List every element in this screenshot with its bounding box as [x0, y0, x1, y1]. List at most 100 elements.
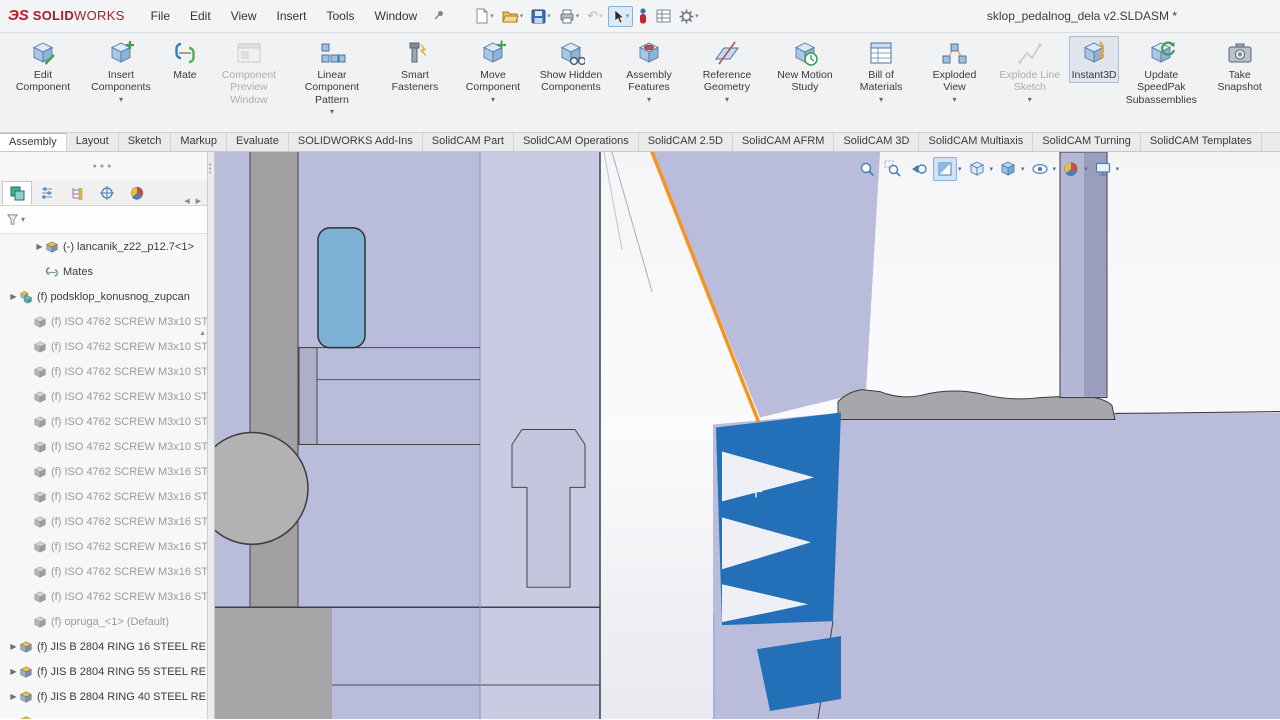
- tree-item[interactable]: ▶(f) JIS B 2804 RING 40 STEEL RE: [0, 684, 207, 709]
- move-component-button[interactable]: Move Component ▾: [454, 36, 532, 106]
- tree-item[interactable]: (f) ISO 4762 SCREW M3x16 STE: [0, 584, 207, 609]
- dropdown-caret-icon[interactable]: ▾: [1053, 165, 1057, 173]
- save-button[interactable]: ▾: [528, 7, 554, 26]
- tree-item[interactable]: (f) ISO 4762 SCREW M3x10 STE: [0, 409, 207, 434]
- new-document-button[interactable]: ▾: [471, 6, 497, 26]
- menu-file[interactable]: File: [141, 5, 180, 27]
- tree-item[interactable]: (f) ISO 4762 SCREW M3x16 STE: [0, 484, 207, 509]
- expand-arrow-icon[interactable]: ▶: [34, 242, 45, 251]
- undo-button[interactable]: ↶ ▾: [584, 6, 605, 26]
- seat-column[interactable]: [1060, 152, 1107, 398]
- dropdown-caret-icon[interactable]: ▾: [1116, 165, 1120, 173]
- show-hidden-components-button[interactable]: Show Hidden Components: [532, 36, 610, 96]
- expand-arrow-icon[interactable]: ▶: [8, 692, 19, 701]
- dropdown-caret-icon[interactable]: ▾: [952, 95, 956, 104]
- panel-splitter-handle[interactable]: ●●●: [0, 152, 207, 180]
- instant3d-button[interactable]: Instant3D: [1069, 36, 1120, 83]
- dropdown-caret-icon[interactable]: ▾: [1084, 165, 1088, 173]
- explode-line-sketch-button[interactable]: Explode Line Sketch ▾: [991, 36, 1069, 106]
- section-view-button[interactable]: [933, 157, 957, 181]
- tree-item[interactable]: ▶(f) JIS B 2804 RING 55 STEEL RE: [0, 659, 207, 684]
- view-orientation-button[interactable]: [965, 157, 989, 181]
- selected-gear-section[interactable]: [716, 413, 841, 626]
- dropdown-caret-icon[interactable]: ▾: [990, 165, 994, 173]
- tab-markup[interactable]: Markup: [171, 133, 227, 151]
- tab-assembly[interactable]: Assembly: [0, 133, 67, 151]
- 3d-model-canvas[interactable]: [215, 152, 1280, 719]
- dropdown-caret-icon[interactable]: ▾: [491, 95, 495, 104]
- expand-arrow-icon[interactable]: ▶: [8, 667, 19, 676]
- expand-arrow-icon[interactable]: ▶: [8, 292, 19, 301]
- tree-item[interactable]: (f) ISO 4762 SCREW M3x10 STE: [0, 334, 207, 359]
- tree-scroll-up-arrow[interactable]: ▲: [199, 330, 206, 337]
- configuration-manager-tab[interactable]: [62, 181, 92, 205]
- exploded-view-button[interactable]: Exploded View ▾: [918, 36, 991, 106]
- previous-view-button[interactable]: [907, 157, 931, 181]
- dimxpert-manager-tab[interactable]: [92, 181, 122, 205]
- dropdown-caret-icon[interactable]: ▾: [1021, 165, 1025, 173]
- tab-sketch[interactable]: Sketch: [119, 133, 172, 151]
- menu-edit[interactable]: Edit: [180, 5, 221, 27]
- menu-tools[interactable]: Tools: [317, 5, 365, 27]
- dropdown-caret-icon[interactable]: ▾: [879, 95, 883, 104]
- options-button[interactable]: ▾: [676, 7, 702, 26]
- filter-caret-icon[interactable]: ▾: [21, 215, 25, 224]
- tab-solidcam-afrm[interactable]: SolidCAM AFRM: [733, 133, 835, 151]
- zoom-to-fit-button[interactable]: [855, 157, 879, 181]
- tree-item[interactable]: (f) ISO 4762 SCREW M3x10 STE: [0, 384, 207, 409]
- graphics-area[interactable]: ▾ ▾ ▾ ▾ ▾ ▾: [215, 152, 1280, 719]
- pin-menu-icon[interactable]: [433, 9, 445, 24]
- menu-insert[interactable]: Insert: [266, 5, 316, 27]
- tree-item[interactable]: Mates: [0, 259, 207, 284]
- dropdown-caret-icon[interactable]: ▾: [119, 95, 123, 104]
- tree-item[interactable]: ▶: [0, 709, 207, 719]
- highlighted-pin-section[interactable]: [318, 228, 365, 348]
- zoom-to-area-button[interactable]: [881, 157, 905, 181]
- view-settings-button[interactable]: [1091, 157, 1115, 181]
- new-motion-study-button[interactable]: New Motion Study: [766, 36, 844, 96]
- tab-solidcam-operations[interactable]: SolidCAM Operations: [514, 133, 639, 151]
- hide-show-items-button[interactable]: [1028, 157, 1052, 181]
- tree-item[interactable]: (f) ISO 4762 SCREW M3x10 STE: [0, 434, 207, 459]
- panel-tab-scroll-arrows[interactable]: ◀ ▶: [184, 197, 207, 205]
- insert-components-button[interactable]: Insert Components ▾: [82, 36, 160, 106]
- print-button[interactable]: ▾: [556, 7, 583, 26]
- assembly-features-button[interactable]: Assembly Features ▾: [610, 36, 688, 106]
- bill-of-materials-button[interactable]: Bill of Materials ▾: [844, 36, 918, 106]
- tree-item[interactable]: (f) ISO 4762 SCREW M3x16 STE: [0, 459, 207, 484]
- tree-item[interactable]: (f) ISO 4762 SCREW M3x10 STE: [0, 309, 207, 334]
- display-style-button[interactable]: [996, 157, 1020, 181]
- tab-solidworks-addins[interactable]: SOLIDWORKS Add-Ins: [289, 133, 423, 151]
- edit-appearance-button[interactable]: [1059, 157, 1083, 181]
- tab-solidcam-turning[interactable]: SolidCAM Turning: [1033, 133, 1141, 151]
- menu-view[interactable]: View: [221, 5, 267, 27]
- feature-manager-tab[interactable]: [2, 181, 32, 205]
- update-speedpak-subassemblies-button[interactable]: Update SpeedPak Subassemblies: [1119, 36, 1203, 108]
- linear-component-pattern-button[interactable]: Linear Component Pattern ▾: [288, 36, 376, 119]
- tree-item[interactable]: (f) opruga_<1> (Default): [0, 609, 207, 634]
- edit-component-button[interactable]: Edit Component: [4, 36, 82, 96]
- smart-fasteners-button[interactable]: Smart Fasteners: [376, 36, 454, 96]
- open-button[interactable]: ▾: [499, 7, 527, 25]
- reference-geometry-button[interactable]: Reference Geometry ▾: [688, 36, 766, 106]
- tree-item[interactable]: (f) ISO 4762 SCREW M3x16 STE: [0, 509, 207, 534]
- tab-evaluate[interactable]: Evaluate: [227, 133, 289, 151]
- task-pane-button[interactable]: [653, 7, 674, 25]
- component-preview-window-button[interactable]: Component Preview Window: [210, 36, 288, 108]
- tab-solidcam-multiaxis[interactable]: SolidCAM Multiaxis: [919, 133, 1033, 151]
- select-tool-button[interactable]: ▾: [608, 6, 634, 27]
- dropdown-caret-icon[interactable]: ▾: [330, 107, 334, 116]
- tree-item[interactable]: (f) ISO 4762 SCREW M3x10 STE: [0, 359, 207, 384]
- dropdown-caret-icon[interactable]: ▾: [725, 95, 729, 104]
- tree-filter-row[interactable]: ▾: [0, 206, 207, 234]
- tree-item[interactable]: ▶(f) podsklop_konusnog_zupcan: [0, 284, 207, 309]
- dropdown-caret-icon[interactable]: ▾: [1028, 95, 1032, 104]
- property-manager-tab[interactable]: [32, 181, 62, 205]
- tab-solidcam-3d[interactable]: SolidCAM 3D: [834, 133, 919, 151]
- tab-solidcam-templates[interactable]: SolidCAM Templates: [1141, 133, 1262, 151]
- take-snapshot-button[interactable]: Take Snapshot: [1203, 36, 1276, 96]
- tree-item[interactable]: ▶(-) lancanik_z22_p12.7<1>: [0, 234, 207, 259]
- tree-item[interactable]: ▶(f) JIS B 2804 RING 16 STEEL RE: [0, 634, 207, 659]
- mate-button[interactable]: Mate: [160, 36, 210, 83]
- tab-layout[interactable]: Layout: [67, 133, 119, 151]
